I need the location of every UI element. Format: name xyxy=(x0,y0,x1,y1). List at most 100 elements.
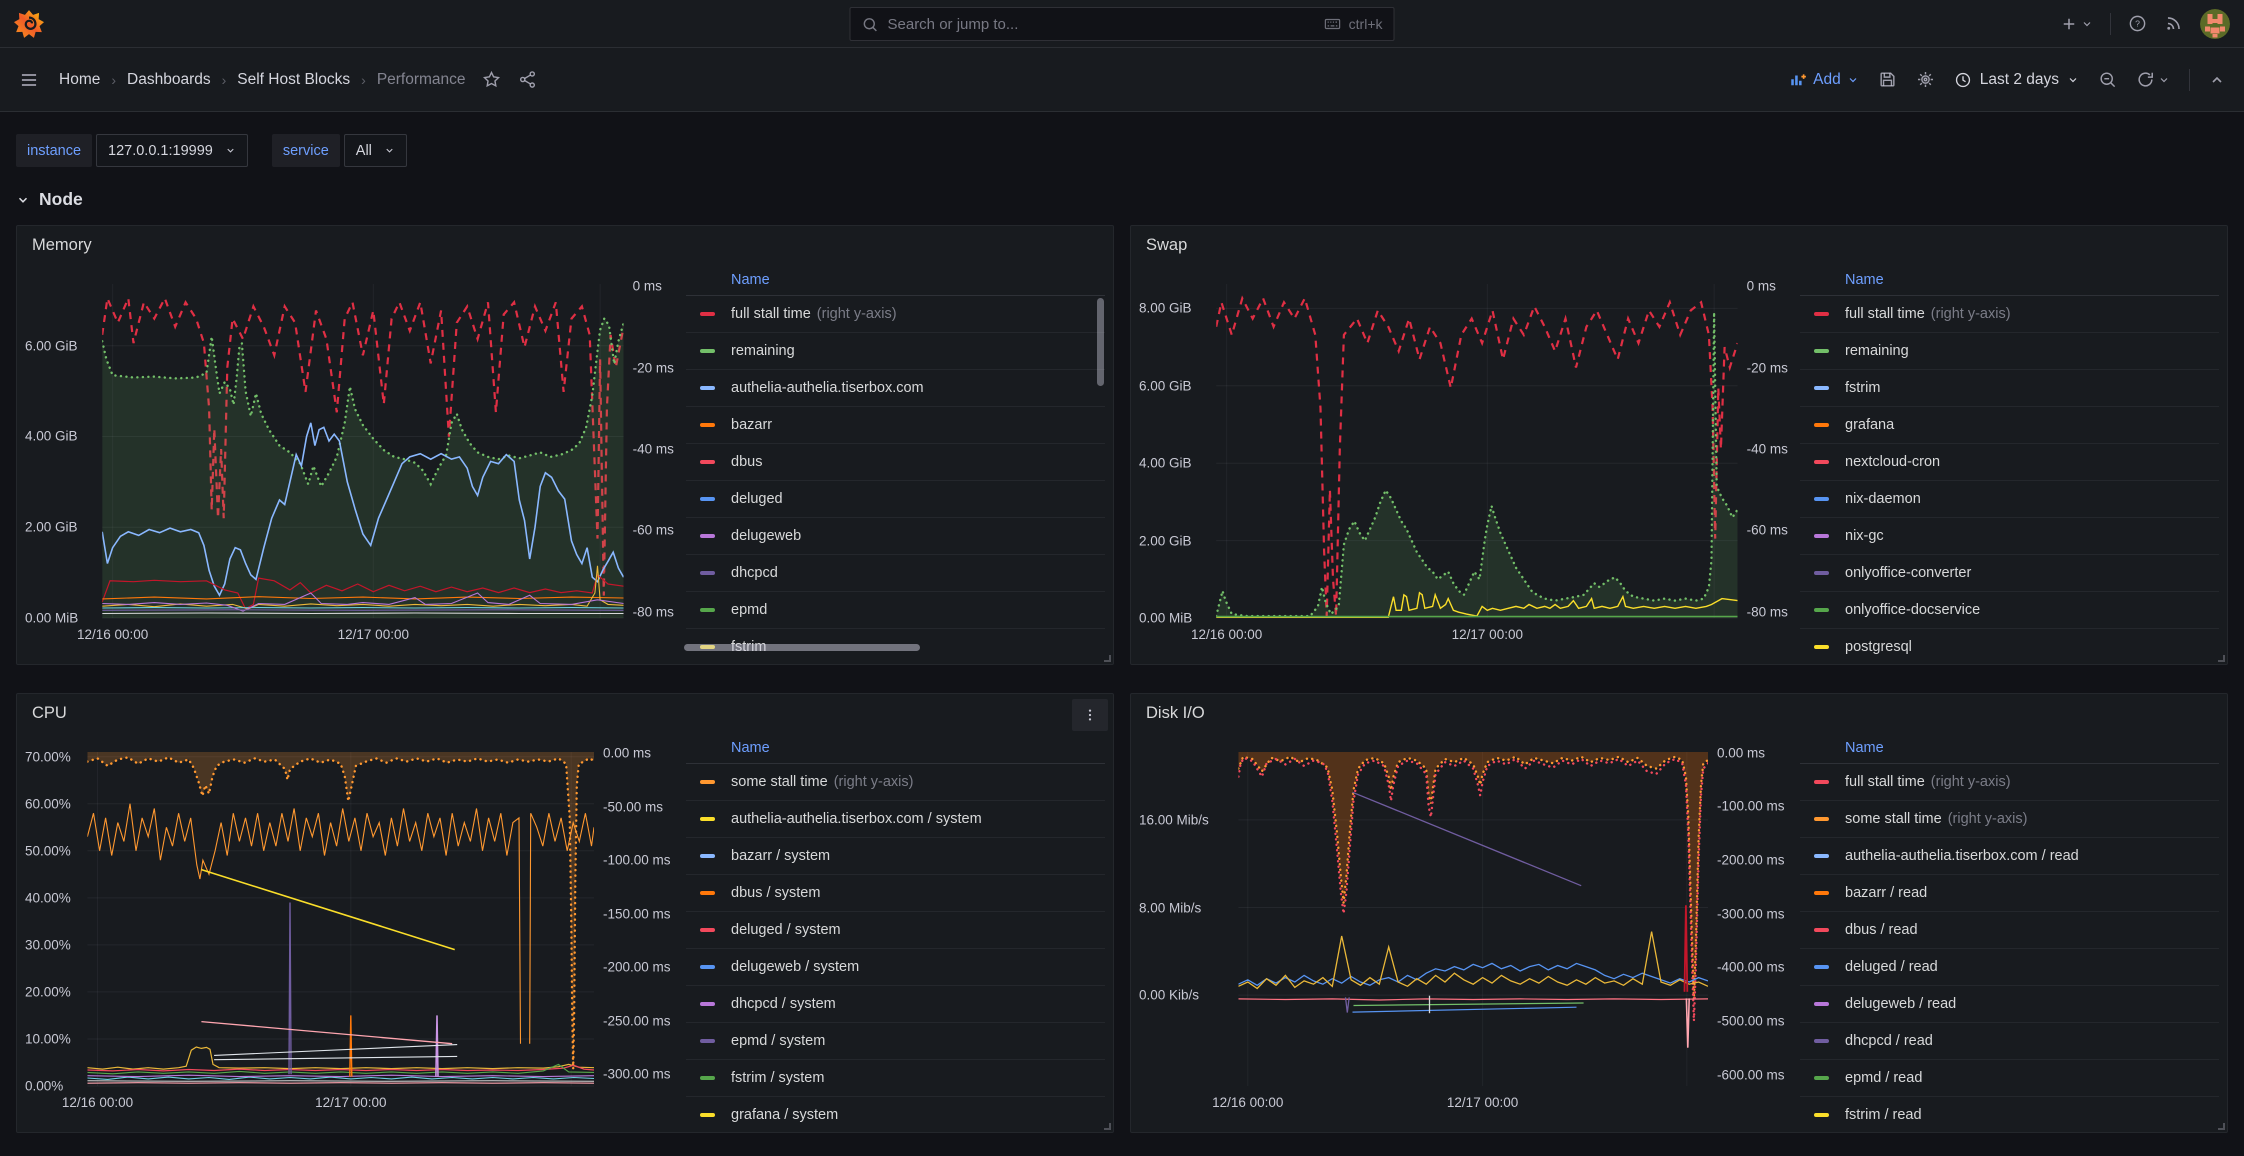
share-button[interactable] xyxy=(518,70,537,89)
legend-row[interactable]: authelia-authelia.tiserbox.com xyxy=(686,370,1105,407)
legend-row[interactable]: delugeweb / system xyxy=(686,949,1105,986)
panel-title[interactable]: CPU xyxy=(17,694,1113,732)
settings-button[interactable] xyxy=(1916,70,1935,89)
panel-title[interactable]: Swap xyxy=(1131,226,2227,264)
breadcrumb-item[interactable]: Performance xyxy=(377,71,466,89)
variable-value-dropdown[interactable]: All xyxy=(344,134,407,167)
legend-row[interactable]: onlyoffice-converter xyxy=(1800,555,2219,592)
legend-series-label: fstrim xyxy=(1845,380,1880,396)
legend-series-color xyxy=(700,608,715,612)
legend-series-label: full stall time xyxy=(1845,774,1925,790)
legend-row[interactable]: epmd / system xyxy=(686,1023,1105,1060)
legend-row[interactable]: postgresql xyxy=(1800,629,2219,654)
panel-resize-handle[interactable] xyxy=(1104,1123,1111,1130)
legend-row[interactable]: full stall time(right y-axis) xyxy=(1800,764,2219,801)
legend-row[interactable]: dbus / system xyxy=(686,875,1105,912)
legend-series-label: dbus / read xyxy=(1845,922,1918,938)
legend-series-label: full stall time xyxy=(731,306,811,322)
legend-header[interactable]: Name xyxy=(1800,264,2219,296)
legend-header[interactable]: Name xyxy=(686,732,1105,764)
legend-row[interactable]: remaining xyxy=(686,333,1105,370)
legend-row[interactable]: onlyoffice-docservice xyxy=(1800,592,2219,629)
mega-menu-button[interactable] xyxy=(19,70,39,90)
legend-row[interactable]: dbus / read xyxy=(1800,912,2219,949)
add-button[interactable]: Add xyxy=(1789,71,1859,89)
search-input[interactable]: Search or jump to... ctrl+k xyxy=(850,7,1395,41)
zoom-out-button[interactable] xyxy=(2098,70,2117,89)
legend-row[interactable]: dhcpcd / read xyxy=(1800,1023,2219,1060)
section-node[interactable]: Node xyxy=(16,189,2228,210)
legend-row[interactable]: epmd / read xyxy=(1800,1060,2219,1097)
legend-row[interactable]: bazarr xyxy=(686,407,1105,444)
legend-scrollbar-vertical[interactable] xyxy=(1097,298,1104,386)
panel-body: 0.00 MiB2.00 GiB4.00 GiB6.00 GiB8.00 GiB… xyxy=(1131,264,2227,654)
legend-row[interactable]: nextcloud-cron xyxy=(1800,444,2219,481)
legend-series-color xyxy=(1814,497,1829,501)
star-button[interactable] xyxy=(482,70,501,89)
panel-resize-handle[interactable] xyxy=(1104,655,1111,662)
legend-row[interactable]: delugeweb xyxy=(686,518,1105,555)
panel-title[interactable]: Memory xyxy=(17,226,1113,264)
refresh-button[interactable] xyxy=(2136,70,2170,89)
time-range-picker[interactable]: Last 2 days xyxy=(1954,71,2079,89)
chart-canvas[interactable]: 0.00 Kib/s8.00 Mib/s16.00 Mib/s0.00 ms-1… xyxy=(1139,732,1798,1122)
legend-row[interactable]: some stall time(right y-axis) xyxy=(1800,801,2219,838)
legend-row[interactable]: fstrim / system xyxy=(686,1060,1105,1097)
legend-row[interactable]: dhcpcd / system xyxy=(686,986,1105,1023)
legend-row[interactable]: deluged / system xyxy=(686,912,1105,949)
variable-value-dropdown[interactable]: 127.0.0.1:19999 xyxy=(96,134,248,167)
panel-menu-button[interactable] xyxy=(1072,699,1108,731)
legend-series-label: nextcloud-cron xyxy=(1845,454,1940,470)
legend-series-label: onlyoffice-docservice xyxy=(1845,602,1980,618)
breadcrumb-item[interactable]: Home xyxy=(59,71,100,89)
variables-row: instance127.0.0.1:19999serviceAll xyxy=(16,134,2228,167)
breadcrumb-item[interactable]: Dashboards xyxy=(127,71,211,89)
legend-row[interactable]: delugeweb / read xyxy=(1800,986,2219,1023)
legend-row[interactable]: some stall time(right y-axis) xyxy=(686,764,1105,801)
legend-series-label: nix-daemon xyxy=(1845,491,1921,507)
legend-row[interactable]: dbus xyxy=(686,444,1105,481)
legend-row[interactable]: deluged / read xyxy=(1800,949,2219,986)
legend-row[interactable]: nix-daemon xyxy=(1800,481,2219,518)
legend-row[interactable]: full stall time(right y-axis) xyxy=(1800,296,2219,333)
legend-row[interactable]: epmd xyxy=(686,592,1105,629)
rss-button[interactable] xyxy=(2164,14,2183,33)
grafana-logo[interactable] xyxy=(14,9,44,39)
legend-row[interactable]: fstrim / read xyxy=(1800,1097,2219,1122)
collapse-header-button[interactable] xyxy=(2209,72,2225,88)
panel-title[interactable]: Disk I/O xyxy=(1131,694,2227,732)
legend-series-color xyxy=(700,1039,715,1043)
legend-row[interactable]: dhcpcd xyxy=(686,555,1105,592)
legend-row[interactable]: fstrim xyxy=(1800,370,2219,407)
legend-series-label: onlyoffice-converter xyxy=(1845,565,1971,581)
panel-memory: Memory0.00 MiB2.00 GiB4.00 GiB6.00 GiB0 … xyxy=(16,225,1114,665)
help-button[interactable]: ? xyxy=(2128,14,2147,33)
chart-canvas[interactable]: 0.00 MiB2.00 GiB4.00 GiB6.00 GiB0 ms-20 … xyxy=(25,264,684,654)
chart-canvas[interactable]: 0.00%10.00%20.00%30.00%40.00%50.00%60.00… xyxy=(25,732,684,1122)
legend-row[interactable]: grafana xyxy=(1800,407,2219,444)
save-button[interactable] xyxy=(1878,70,1897,89)
legend-row[interactable]: grafana / system xyxy=(686,1097,1105,1122)
legend-scrollbar-horizontal[interactable] xyxy=(684,644,920,651)
legend-header[interactable]: Name xyxy=(1800,732,2219,764)
legend-row[interactable]: nix-gc xyxy=(1800,518,2219,555)
new-button[interactable] xyxy=(2060,15,2093,33)
breadcrumb-item[interactable]: Self Host Blocks xyxy=(237,71,350,89)
user-avatar[interactable] xyxy=(2200,9,2230,39)
panel-resize-handle[interactable] xyxy=(2218,655,2225,662)
panel-resize-handle[interactable] xyxy=(2218,1123,2225,1130)
chart-canvas[interactable]: 0.00 MiB2.00 GiB4.00 GiB6.00 GiB8.00 GiB… xyxy=(1139,264,1798,654)
legend-header[interactable]: Name xyxy=(686,264,1105,296)
legend-row[interactable]: deluged xyxy=(686,481,1105,518)
legend-row[interactable]: authelia-authelia.tiserbox.com / system xyxy=(686,801,1105,838)
legend-row[interactable]: remaining xyxy=(1800,333,2219,370)
legend-series-color xyxy=(1814,312,1829,316)
legend-row[interactable]: bazarr / system xyxy=(686,838,1105,875)
legend-series-label: postgresql xyxy=(1845,639,1912,654)
legend-row[interactable]: authelia-authelia.tiserbox.com / read xyxy=(1800,838,2219,875)
legend-series-label: some stall time xyxy=(1845,811,1942,827)
chevron-down-icon xyxy=(384,145,395,156)
legend-row[interactable]: full stall time(right y-axis) xyxy=(686,296,1105,333)
divider xyxy=(2189,69,2190,91)
legend-row[interactable]: bazarr / read xyxy=(1800,875,2219,912)
